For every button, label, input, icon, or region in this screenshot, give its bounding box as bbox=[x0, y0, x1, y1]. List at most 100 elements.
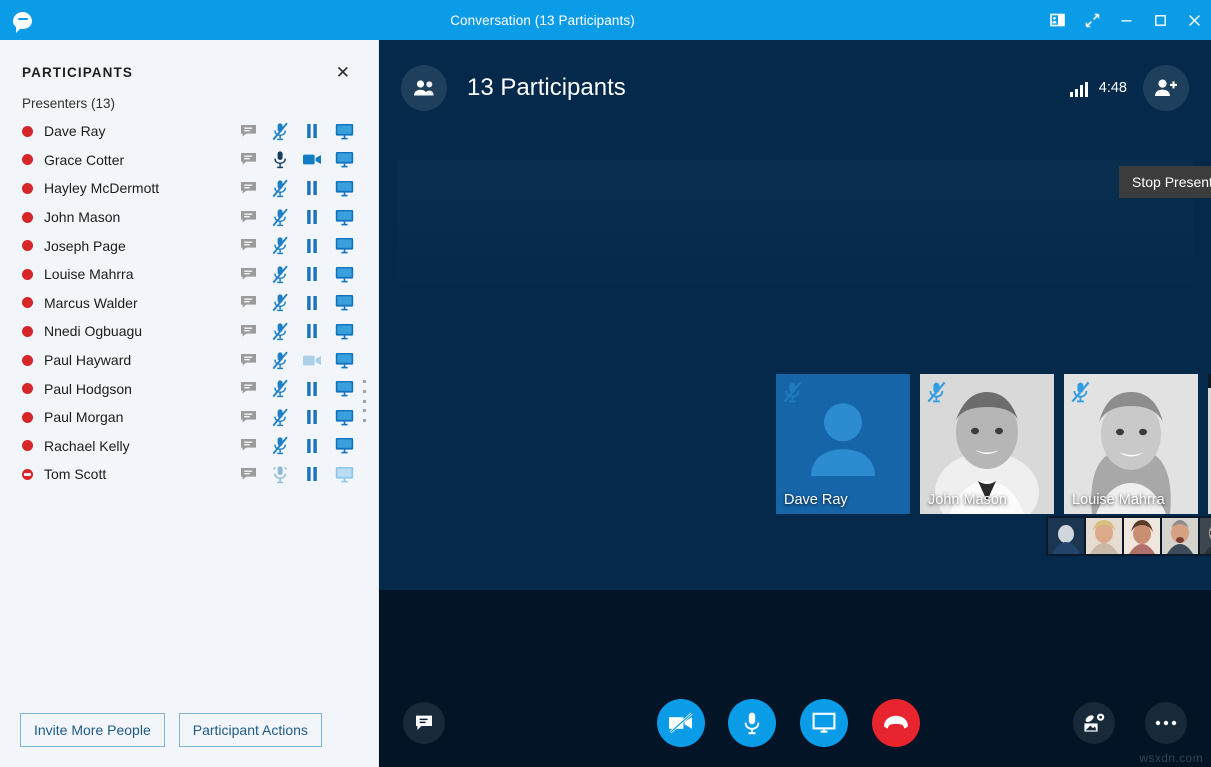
chat-icon[interactable] bbox=[232, 204, 264, 230]
chat-icon[interactable] bbox=[232, 433, 264, 459]
screen-share-disabled-icon[interactable] bbox=[328, 461, 360, 487]
microphone-muted-icon[interactable] bbox=[264, 404, 296, 430]
participant-row[interactable]: Louise Mahrra bbox=[0, 260, 378, 289]
video-paused-icon[interactable] bbox=[296, 118, 328, 144]
microphone-button[interactable] bbox=[728, 699, 776, 747]
microphone-muted-icon[interactable] bbox=[264, 118, 296, 144]
participant-row[interactable]: Paul Hayward bbox=[0, 346, 378, 375]
presenter-tools-button[interactable] bbox=[1073, 702, 1115, 744]
microphone-muted-icon[interactable] bbox=[264, 175, 296, 201]
video-paused-icon[interactable] bbox=[296, 318, 328, 344]
participant-name: Dave Ray bbox=[44, 123, 106, 140]
participant-controls bbox=[232, 175, 360, 201]
chat-button[interactable] bbox=[403, 702, 445, 744]
resize-handle-icon[interactable] bbox=[361, 380, 368, 422]
participant-row[interactable]: Dave Ray bbox=[0, 117, 378, 146]
screen-share-icon[interactable] bbox=[328, 318, 360, 344]
more-options-button[interactable] bbox=[1145, 702, 1187, 744]
filmstrip-thumbnail[interactable] bbox=[1162, 518, 1198, 554]
screen-share-icon[interactable] bbox=[328, 147, 360, 173]
screen-share-icon[interactable] bbox=[328, 204, 360, 230]
filmstrip-thumbnail[interactable] bbox=[1048, 518, 1084, 554]
participant-row[interactable]: Tom Scott bbox=[0, 460, 378, 489]
participant-row[interactable]: Paul Hodgson bbox=[0, 374, 378, 403]
camera-button[interactable] bbox=[657, 699, 705, 747]
close-button[interactable] bbox=[1177, 0, 1211, 40]
video-stage: 13 Participants 4:48 Stop Presenting Dav… bbox=[379, 40, 1211, 767]
microphone-muted-icon[interactable] bbox=[264, 376, 296, 402]
participant-controls bbox=[232, 290, 360, 316]
screen-share-icon[interactable] bbox=[328, 175, 360, 201]
participant-row[interactable]: Paul Morgan bbox=[0, 403, 378, 432]
chat-icon[interactable] bbox=[232, 233, 264, 259]
screen-share-icon[interactable] bbox=[328, 404, 360, 430]
microphone-muted-icon[interactable] bbox=[264, 347, 296, 373]
chat-icon[interactable] bbox=[232, 318, 264, 344]
chat-icon[interactable] bbox=[232, 147, 264, 173]
microphone-muted-icon[interactable] bbox=[264, 433, 296, 459]
maximize-button[interactable] bbox=[1143, 0, 1177, 40]
chat-icon[interactable] bbox=[232, 290, 264, 316]
close-panel-icon[interactable]: ✕ bbox=[330, 62, 356, 83]
filmstrip-thumbnail[interactable] bbox=[1086, 518, 1122, 554]
filmstrip-thumbnail[interactable] bbox=[1124, 518, 1160, 554]
screen-share-icon[interactable] bbox=[328, 233, 360, 259]
video-paused-icon[interactable] bbox=[296, 175, 328, 201]
participant-row[interactable]: John Mason bbox=[0, 203, 378, 232]
microphone-muted-icon[interactable] bbox=[264, 290, 296, 316]
video-paused-icon[interactable] bbox=[296, 261, 328, 287]
pop-out-button[interactable] bbox=[1041, 0, 1075, 40]
minimize-button[interactable] bbox=[1109, 0, 1143, 40]
camera-icon[interactable] bbox=[296, 147, 328, 173]
participant-row[interactable]: Hayley McDermott bbox=[0, 174, 378, 203]
video-tile[interactable]: John Mason bbox=[920, 374, 1054, 514]
microphone-muted-icon[interactable] bbox=[264, 318, 296, 344]
chat-icon[interactable] bbox=[232, 347, 264, 373]
chat-icon[interactable] bbox=[232, 118, 264, 144]
video-paused-icon[interactable] bbox=[296, 290, 328, 316]
video-paused-icon[interactable] bbox=[296, 404, 328, 430]
screen-share-icon[interactable] bbox=[328, 261, 360, 287]
end-call-button[interactable] bbox=[872, 699, 920, 747]
invite-more-people-button[interactable]: Invite More People bbox=[20, 713, 165, 747]
full-screen-button[interactable] bbox=[1075, 0, 1109, 40]
microphone-disabled-icon[interactable] bbox=[264, 461, 296, 487]
participant-row[interactable]: Nnedi Ogbuagu bbox=[0, 317, 378, 346]
video-tile[interactable]: Louise Mahrra bbox=[1064, 374, 1198, 514]
chat-icon[interactable] bbox=[232, 376, 264, 402]
add-person-icon[interactable] bbox=[1143, 65, 1189, 111]
screen-share-icon[interactable] bbox=[328, 118, 360, 144]
video-paused-icon[interactable] bbox=[296, 461, 328, 487]
stop-presenting-tooltip: Stop Presenting bbox=[1119, 166, 1211, 198]
microphone-muted-icon[interactable] bbox=[264, 261, 296, 287]
participants-panel-footer: Invite More People Participant Actions bbox=[0, 693, 379, 767]
screen-share-icon[interactable] bbox=[328, 290, 360, 316]
people-icon[interactable] bbox=[401, 65, 447, 111]
microphone-muted-icon[interactable] bbox=[264, 204, 296, 230]
chat-icon[interactable] bbox=[232, 175, 264, 201]
participants-heading: PARTICIPANTS bbox=[22, 65, 133, 80]
participant-row[interactable]: Grace Cotter bbox=[0, 146, 378, 175]
screen-share-icon[interactable] bbox=[328, 433, 360, 459]
filmstrip-thumbnail[interactable] bbox=[1200, 518, 1211, 554]
video-paused-icon[interactable] bbox=[296, 376, 328, 402]
screen-share-icon[interactable] bbox=[328, 347, 360, 373]
present-screen-button[interactable] bbox=[800, 699, 848, 747]
participant-row[interactable]: Joseph Page bbox=[0, 231, 378, 260]
chat-icon[interactable] bbox=[232, 461, 264, 487]
participant-row[interactable]: Marcus Walder bbox=[0, 289, 378, 318]
presence-status-icon bbox=[22, 211, 33, 223]
video-paused-icon[interactable] bbox=[296, 433, 328, 459]
video-tile[interactable]: Dave Ray bbox=[776, 374, 910, 514]
camera-disabled-icon[interactable] bbox=[296, 347, 328, 373]
microphone-muted-icon[interactable] bbox=[264, 233, 296, 259]
video-paused-icon[interactable] bbox=[296, 204, 328, 230]
microphone-icon[interactable] bbox=[264, 147, 296, 173]
video-paused-icon[interactable] bbox=[296, 233, 328, 259]
chat-icon[interactable] bbox=[232, 261, 264, 287]
screen-share-icon[interactable] bbox=[328, 376, 360, 402]
chat-icon[interactable] bbox=[232, 404, 264, 430]
participant-filmstrip[interactable] bbox=[1046, 516, 1211, 556]
participant-row[interactable]: Rachael Kelly bbox=[0, 432, 378, 461]
participant-actions-button[interactable]: Participant Actions bbox=[178, 713, 322, 747]
